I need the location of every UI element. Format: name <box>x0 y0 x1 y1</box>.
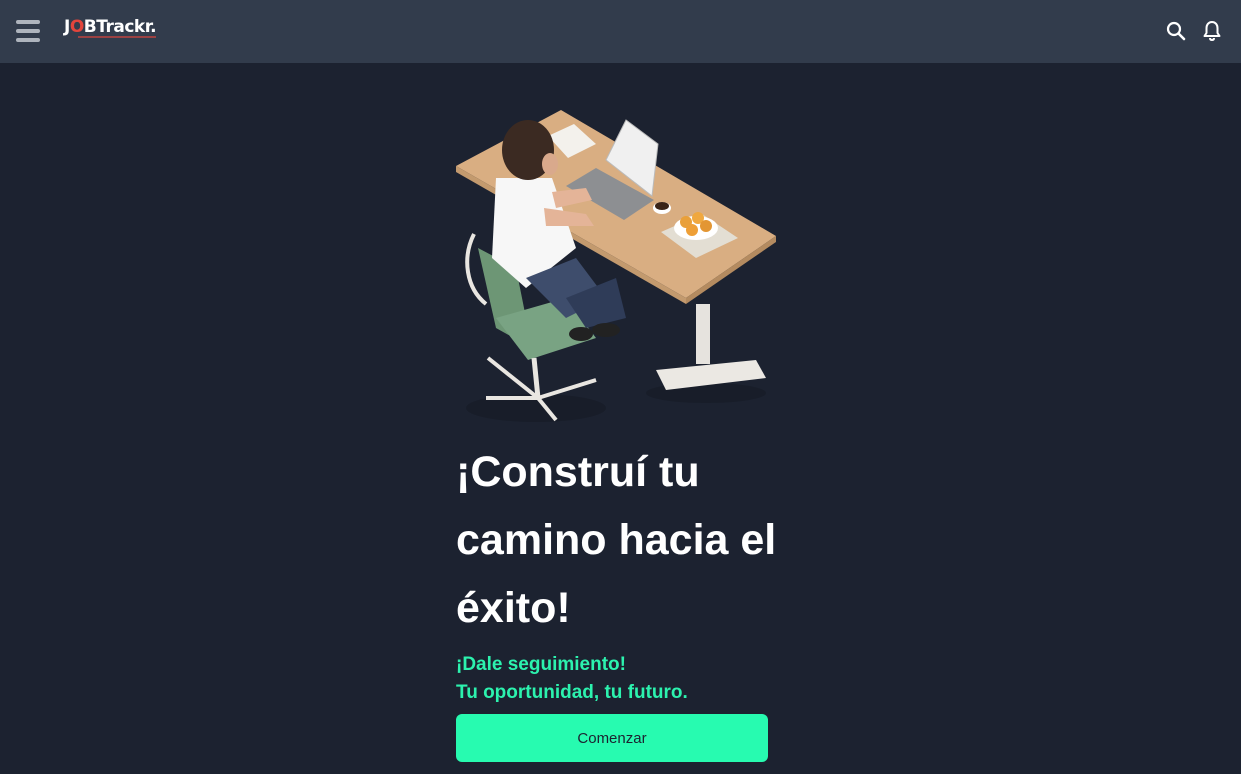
search-icon[interactable] <box>1164 19 1188 43</box>
hero-subtitle: ¡Dale seguimiento! Tu oportunidad, tu fu… <box>456 651 786 707</box>
logo-wordmark: JOBTrackr. <box>64 17 157 37</box>
subtitle-line-2: Tu oportunidad, tu futuro. <box>456 682 688 703</box>
get-started-button[interactable]: Comenzar <box>456 714 768 762</box>
logo-underline <box>78 36 156 38</box>
bell-icon[interactable] <box>1200 19 1224 43</box>
top-navbar: JOBTrackr. <box>0 0 1241 63</box>
jobtrackr-logo[interactable]: JOBTrackr. <box>64 16 157 46</box>
hamburger-menu-icon[interactable] <box>16 20 40 42</box>
hero-title: ¡Construí tu camino hacia el éxito! <box>456 448 777 632</box>
subtitle-line-1: ¡Dale seguimiento! <box>456 654 626 675</box>
person-at-desk-illustration <box>456 108 776 428</box>
